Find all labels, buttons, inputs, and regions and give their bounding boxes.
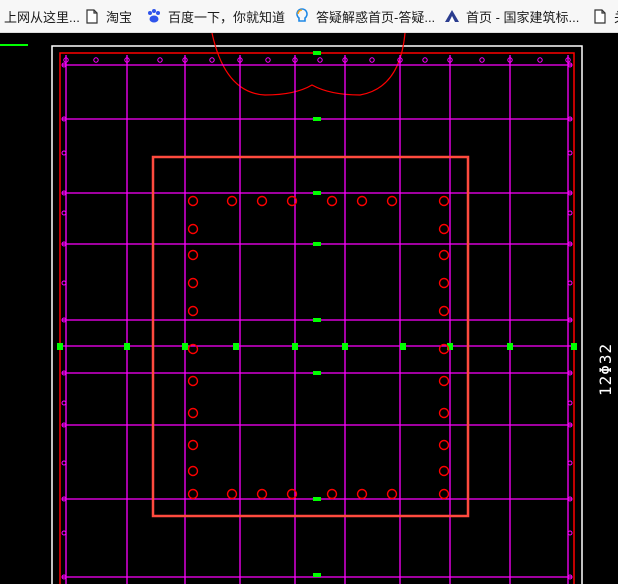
rebar-circle: [226, 488, 238, 500]
rebar-dot: [317, 57, 323, 63]
bookmark-label: 答疑解惑首页-答疑...: [316, 9, 436, 25]
standards-logo-icon: [444, 8, 460, 24]
rebar-circle: [386, 195, 398, 207]
bookmark-label: 淘宝: [106, 9, 133, 25]
rebar-circle: [326, 195, 338, 207]
cad-drawing-canvas[interactable]: [0, 33, 618, 584]
rebar-circle: [438, 465, 450, 477]
rebar-circle: [187, 375, 199, 387]
green-marker: [313, 242, 321, 246]
rebar-circle: [187, 277, 199, 289]
bookmark-label: 上网从这里...: [4, 9, 80, 25]
rebar-circle: [187, 305, 199, 317]
outer-frame: [51, 45, 583, 584]
rebar-circle: [187, 223, 199, 235]
bookmark-item[interactable]: 首页 - 国家建筑标...: [438, 0, 585, 32]
rebar-circle: [356, 195, 368, 207]
bookmark-item[interactable]: 淘宝: [78, 0, 138, 32]
green-marker: [313, 117, 321, 121]
rebar-dot: [93, 57, 99, 63]
rebar-dot: [537, 57, 543, 63]
green-marker: [313, 318, 321, 322]
green-marker: [342, 343, 348, 350]
rebar-circle: [226, 195, 238, 207]
rebar-circle: [438, 375, 450, 387]
bookmark-label: 百度一下，你就知道: [168, 9, 286, 25]
rebar-circle: [438, 305, 450, 317]
rebar-circle: [438, 223, 450, 235]
rebar-circle: [256, 488, 268, 500]
green-marker: [124, 343, 130, 350]
rebar-circle: [356, 488, 368, 500]
rebar-circle: [438, 407, 450, 419]
rebar-dot: [265, 57, 271, 63]
rebar-circle: [187, 249, 199, 261]
rebar-circle: [438, 277, 450, 289]
bookmark-label: 关: [614, 7, 618, 26]
green-marker: [571, 343, 577, 350]
rebar-circle: [326, 488, 338, 500]
rebar-dot: [157, 57, 163, 63]
bookmark-item[interactable]: 关: [586, 0, 618, 32]
baidu-paw-icon: [146, 8, 162, 24]
rebar-dot: [479, 57, 485, 63]
green-marker: [313, 497, 321, 501]
rebar-circle: [386, 488, 398, 500]
bookmark-item[interactable]: 百度一下，你就知道: [140, 0, 291, 32]
page-icon: [84, 8, 100, 24]
rebar-circle: [187, 465, 199, 477]
page-icon: [592, 8, 608, 24]
rebar-circle: [438, 195, 450, 207]
rebar-dot: [369, 57, 375, 63]
green-marker: [182, 343, 188, 350]
rebar-circle: [438, 488, 450, 500]
rebar-circle: [187, 439, 199, 451]
green-marker: [313, 191, 321, 195]
rebar-annotation-text: 12Φ32: [596, 342, 615, 396]
bookmark-label: 首页 - 国家建筑标...: [466, 9, 580, 25]
qa-bulb-icon: [294, 8, 310, 24]
green-marker: [313, 51, 321, 55]
green-marker: [313, 573, 321, 577]
green-marker: [57, 343, 63, 350]
rebar-circle: [256, 195, 268, 207]
boundary-arc: [211, 33, 406, 96]
green-marker: [507, 343, 513, 350]
green-marker: [313, 371, 321, 375]
rebar-circle: [438, 249, 450, 261]
bookmarks-bar: 上网从这里... 淘宝 百度一下，你就知道 答疑解惑首页-答疑... 首页 - …: [0, 0, 618, 33]
rebar-circle: [187, 488, 199, 500]
rebar-dot: [209, 57, 215, 63]
rebar-markers: [57, 51, 577, 580]
bookmark-item[interactable]: 上网从这里...: [0, 0, 86, 32]
rebar-circle: [438, 439, 450, 451]
rebar-circle: [187, 407, 199, 419]
rebar-annotation: 12Φ32: [592, 338, 618, 398]
rebar-circle: [187, 195, 199, 207]
green-marker: [292, 343, 298, 350]
rebar-dot: [422, 57, 428, 63]
bookmark-item[interactable]: 答疑解惑首页-答疑...: [288, 0, 441, 32]
selection-box[interactable]: [151, 155, 470, 518]
green-marker: [400, 343, 406, 350]
green-marker: [233, 343, 239, 350]
